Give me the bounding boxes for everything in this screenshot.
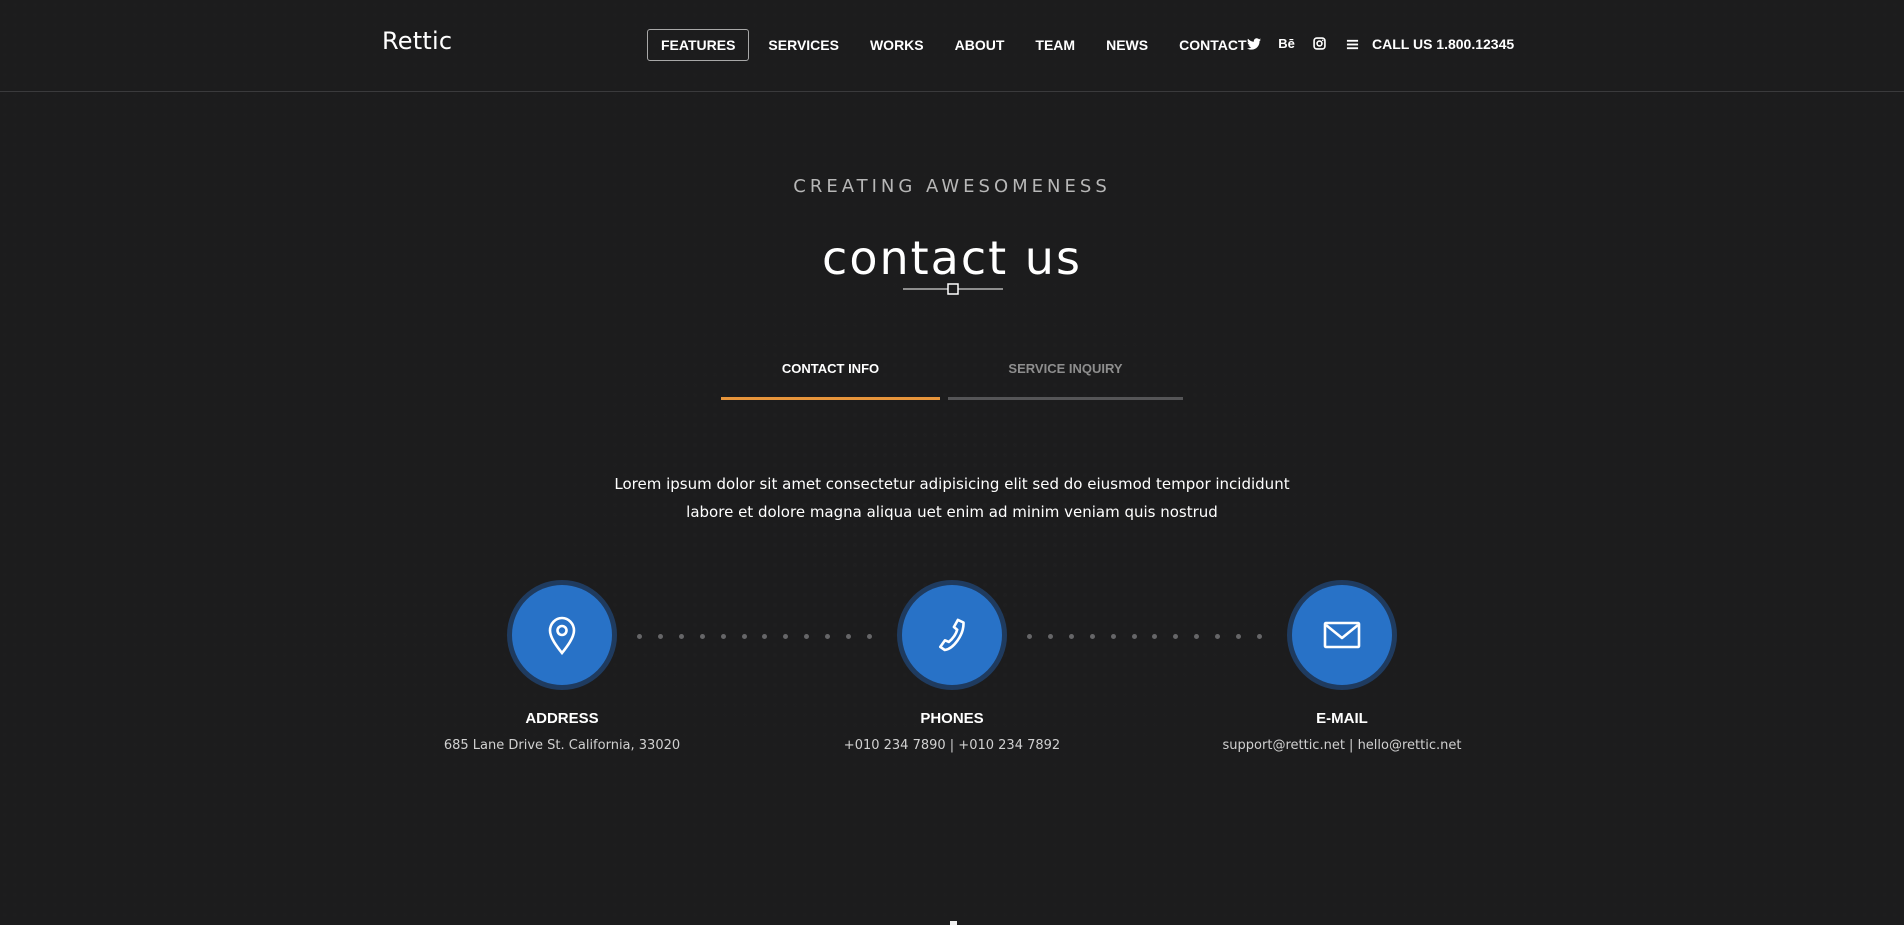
phones-label: PHONES bbox=[920, 710, 984, 727]
social-links: Bē bbox=[1246, 36, 1327, 51]
mail-icon bbox=[1323, 621, 1361, 649]
address-label: ADDRESS bbox=[525, 710, 599, 727]
email-label: E-MAIL bbox=[1316, 710, 1368, 727]
contact-section: CREATING AWESOMENESS contact us CONTACT … bbox=[0, 0, 1904, 925]
nav-item-services[interactable]: SERVICES bbox=[768, 29, 839, 61]
location-pin-icon bbox=[548, 616, 576, 656]
address-icon-circle bbox=[512, 585, 612, 685]
email-card: E-MAIL support@rettic.net | hello@rettic… bbox=[1147, 585, 1537, 765]
nav-item-team[interactable]: TEAM bbox=[1035, 29, 1075, 61]
page-title: contact us bbox=[822, 230, 1082, 285]
nav-item-news[interactable]: NEWS bbox=[1106, 29, 1148, 61]
call-area: CALL US 1.800.12345 bbox=[1346, 36, 1514, 52]
contact-tabs: CONTACT INFO SERVICE INQUIRY bbox=[721, 350, 1183, 400]
title-divider-icon bbox=[903, 283, 1003, 295]
intro-paragraph: Lorem ipsum dolor sit amet consectetur a… bbox=[602, 470, 1302, 526]
phone-icon bbox=[939, 618, 965, 652]
nav-item-about[interactable]: ABOUT bbox=[955, 29, 1005, 61]
call-us-link[interactable]: CALL US 1.800.12345 bbox=[1372, 36, 1514, 52]
section-divider-marker bbox=[950, 921, 957, 925]
phones-value: +010 234 7890 | +010 234 7892 bbox=[843, 738, 1061, 753]
behance-icon[interactable]: Bē bbox=[1278, 36, 1295, 51]
site-header: Rettic FEATURES SERVICES WORKS ABOUT TEA… bbox=[0, 0, 1904, 92]
instagram-icon[interactable] bbox=[1312, 36, 1327, 51]
phones-card: PHONES +010 234 7890 | +010 234 7892 bbox=[757, 585, 1147, 765]
nav-item-works[interactable]: WORKS bbox=[870, 29, 924, 61]
twitter-icon[interactable] bbox=[1246, 36, 1261, 51]
address-card: ADDRESS 685 Lane Drive St. California, 3… bbox=[367, 585, 757, 765]
intro-line-2: labore et dolore magna aliqua uet enim a… bbox=[686, 503, 1218, 521]
nav-item-features[interactable]: FEATURES bbox=[647, 29, 750, 61]
brand-logo[interactable]: Rettic bbox=[382, 27, 452, 55]
tab-service-inquiry[interactable]: SERVICE INQUIRY bbox=[948, 350, 1183, 400]
main-navigation: FEATURES SERVICES WORKS ABOUT TEAM NEWS … bbox=[647, 29, 1278, 61]
hamburger-menu-icon[interactable] bbox=[1346, 38, 1359, 51]
tab-contact-info[interactable]: CONTACT INFO bbox=[721, 350, 940, 400]
nav-item-contact[interactable]: CONTACT bbox=[1179, 29, 1246, 61]
contact-page: Rettic FEATURES SERVICES WORKS ABOUT TEA… bbox=[0, 0, 1904, 925]
email-icon-circle bbox=[1292, 585, 1392, 685]
behance-glyph: Bē bbox=[1278, 36, 1295, 51]
contact-details: ADDRESS 685 Lane Drive St. California, 3… bbox=[0, 585, 1904, 765]
section-eyebrow: CREATING AWESOMENESS bbox=[793, 176, 1111, 197]
email-value: support@rettic.net | hello@rettic.net bbox=[1222, 738, 1462, 753]
intro-line-1: Lorem ipsum dolor sit amet consectetur a… bbox=[614, 475, 1290, 493]
address-value: 685 Lane Drive St. California, 33020 bbox=[443, 738, 681, 753]
phones-icon-circle bbox=[902, 585, 1002, 685]
